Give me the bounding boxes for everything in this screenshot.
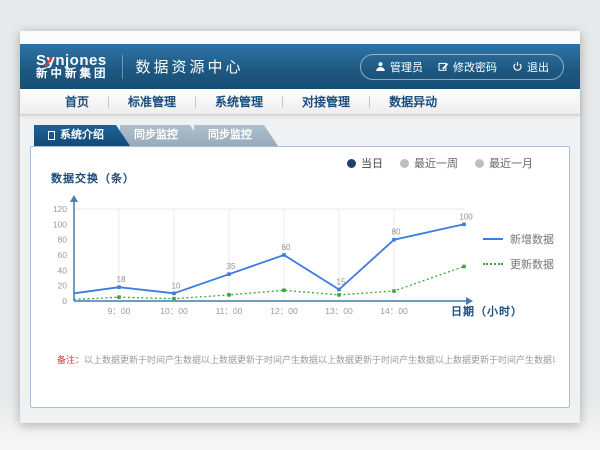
user-menu-logout-label: 退出	[527, 59, 549, 75]
radio-dot	[400, 159, 409, 168]
nav-item-standard-mgmt[interactable]: 标准管理	[109, 93, 195, 110]
user-menu: 管理员 修改密码 退出	[360, 54, 564, 80]
svg-text:12：00: 12：00	[270, 306, 298, 316]
tab-label: 系统介绍	[60, 125, 104, 146]
footnote: 备注：以上数据更新于时间产生数据以上数据更新于时间产生数据以上数据更新于时间产生…	[57, 353, 555, 366]
svg-text:13：00: 13：00	[325, 306, 353, 316]
legend-label: 更新数据	[510, 256, 554, 272]
tab-sync-monitor-1[interactable]: 同步监控	[120, 125, 204, 146]
chart-y-axis-title: 数据交换（条）	[51, 170, 135, 186]
svg-text:10: 10	[172, 281, 181, 290]
time-range-group: 当日 最近一周 最近一月	[347, 155, 533, 171]
user-menu-admin-label: 管理员	[390, 59, 423, 75]
app-header: Synjones 新中新集团 数据资源中心 管理员 修改密码	[20, 44, 580, 89]
svg-text:40: 40	[58, 265, 68, 275]
chart-panel: 当日 最近一周 最近一月 数据交换（条） 0 20 40 60 80 100 120 9：00…	[30, 146, 570, 408]
tab-sync-monitor-2[interactable]: 同步监控	[194, 125, 278, 146]
svg-text:20: 20	[58, 281, 68, 291]
svg-text:120: 120	[53, 204, 67, 214]
window-top-strip	[20, 31, 580, 44]
svg-text:9：00: 9：00	[108, 306, 131, 316]
svg-text:14：00: 14：00	[380, 306, 408, 316]
nav-item-system-mgmt[interactable]: 系统管理	[196, 93, 282, 110]
document-icon	[48, 131, 55, 140]
nav-item-home[interactable]: 首页	[46, 93, 108, 110]
legend-label: 新增数据	[510, 231, 554, 247]
legend-line-solid	[483, 238, 503, 240]
header-divider	[122, 55, 123, 79]
user-menu-logout[interactable]: 退出	[512, 59, 549, 75]
nav-item-interface-mgmt[interactable]: 对接管理	[283, 93, 369, 110]
range-option-last-month[interactable]: 最近一月	[475, 155, 533, 171]
tab-system-intro[interactable]: 系统介绍	[34, 125, 130, 146]
tab-label: 同步监控	[134, 125, 178, 146]
user-menu-change-password-label: 修改密码	[453, 59, 497, 75]
legend-line-dotted	[483, 263, 503, 265]
svg-text:18: 18	[117, 275, 126, 284]
radio-dot	[475, 159, 484, 168]
svg-text:100: 100	[459, 212, 473, 221]
range-option-last-week[interactable]: 最近一周	[400, 155, 458, 171]
user-icon	[375, 61, 386, 72]
app-title: 数据资源中心	[136, 56, 244, 77]
tab-label: 同步监控	[208, 125, 252, 146]
footnote-text: 以上数据更新于时间产生数据以上数据更新于时间产生数据以上数据更新于时间产生数据以…	[84, 355, 555, 365]
range-option-label: 最近一周	[414, 155, 458, 171]
brand-logo: Synjones 新中新集团	[36, 53, 109, 81]
exchange-chart: 0 20 40 60 80 100 120 9：00 10：00 11：00 12：00 13：00 1…	[41, 189, 511, 323]
range-option-today[interactable]: 当日	[347, 155, 383, 171]
edit-icon	[438, 61, 449, 72]
svg-text:0: 0	[62, 296, 67, 306]
range-option-label: 当日	[361, 155, 383, 171]
user-menu-admin[interactable]: 管理员	[375, 59, 423, 75]
power-icon	[512, 61, 523, 72]
svg-text:60: 60	[58, 250, 68, 260]
chart-x-axis-title: 日期（小时）	[451, 303, 523, 319]
user-menu-change-password[interactable]: 修改密码	[438, 59, 497, 75]
svg-text:15: 15	[337, 278, 346, 287]
range-option-label: 最近一月	[489, 155, 533, 171]
main-nav: 首页 标准管理 系统管理 对接管理 数据异动	[20, 89, 580, 115]
svg-text:100: 100	[53, 219, 67, 229]
nav-item-data-change[interactable]: 数据异动	[370, 93, 456, 110]
content-area: 系统介绍 同步监控 同步监控 当日 最近一周	[20, 115, 580, 408]
chart-legend: 新增数据 更新数据	[483, 231, 554, 281]
tab-bar: 系统介绍 同步监控 同步监控	[34, 125, 580, 146]
svg-text:80: 80	[58, 235, 68, 245]
radio-dot	[347, 159, 356, 168]
svg-text:10：00: 10：00	[160, 306, 188, 316]
app-window: Synjones 新中新集团 数据资源中心 管理员 修改密码	[20, 31, 580, 423]
footnote-prefix: 备注：	[57, 355, 84, 365]
legend-item-new-data: 新增数据	[483, 231, 554, 247]
svg-text:11：00: 11：00	[216, 306, 243, 316]
svg-text:80: 80	[392, 228, 401, 237]
svg-text:60: 60	[282, 243, 291, 252]
brand-company: 新中新集团	[36, 68, 109, 80]
svg-text:35: 35	[227, 262, 236, 271]
legend-item-updated-data: 更新数据	[483, 256, 554, 272]
